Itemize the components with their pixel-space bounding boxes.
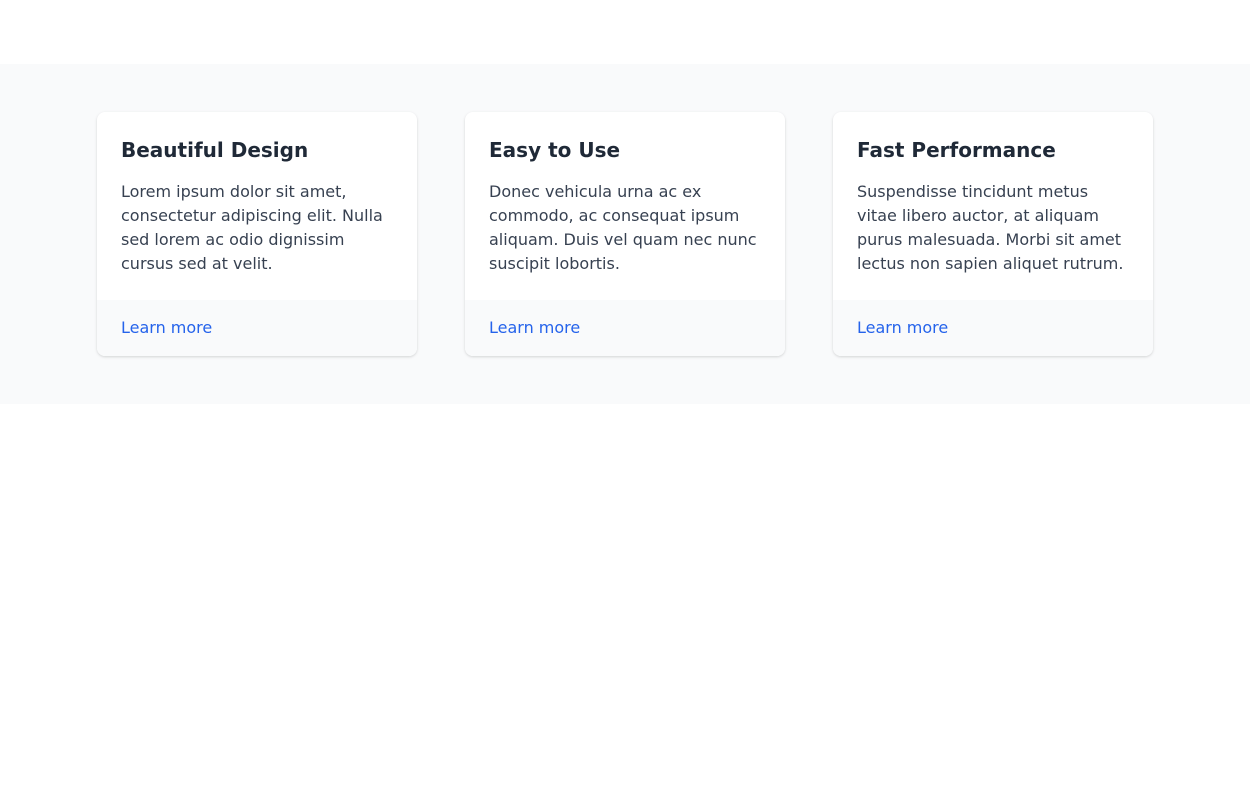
card-description: Lorem ipsum dolor sit amet, consectetur … bbox=[121, 180, 393, 276]
features-section: Beautiful Design Lorem ipsum dolor sit a… bbox=[0, 64, 1250, 404]
learn-more-link[interactable]: Learn more bbox=[489, 318, 580, 337]
card-title: Easy to Use bbox=[489, 136, 761, 164]
learn-more-link[interactable]: Learn more bbox=[857, 318, 948, 337]
card-footer: Learn more bbox=[833, 300, 1153, 356]
card-footer: Learn more bbox=[97, 300, 417, 356]
features-grid: Beautiful Design Lorem ipsum dolor sit a… bbox=[65, 112, 1185, 356]
card-title: Beautiful Design bbox=[121, 136, 393, 164]
feature-card: Fast Performance Suspendisse tincidunt m… bbox=[833, 112, 1153, 356]
card-body: Fast Performance Suspendisse tincidunt m… bbox=[833, 112, 1153, 300]
card-body: Beautiful Design Lorem ipsum dolor sit a… bbox=[97, 112, 417, 300]
feature-card: Beautiful Design Lorem ipsum dolor sit a… bbox=[97, 112, 417, 356]
card-description: Suspendisse tincidunt metus vitae libero… bbox=[857, 180, 1129, 276]
feature-card: Easy to Use Donec vehicula urna ac ex co… bbox=[465, 112, 785, 356]
card-body: Easy to Use Donec vehicula urna ac ex co… bbox=[465, 112, 785, 300]
card-footer: Learn more bbox=[465, 300, 785, 356]
card-title: Fast Performance bbox=[857, 136, 1129, 164]
card-description: Donec vehicula urna ac ex commodo, ac co… bbox=[489, 180, 761, 276]
learn-more-link[interactable]: Learn more bbox=[121, 318, 212, 337]
